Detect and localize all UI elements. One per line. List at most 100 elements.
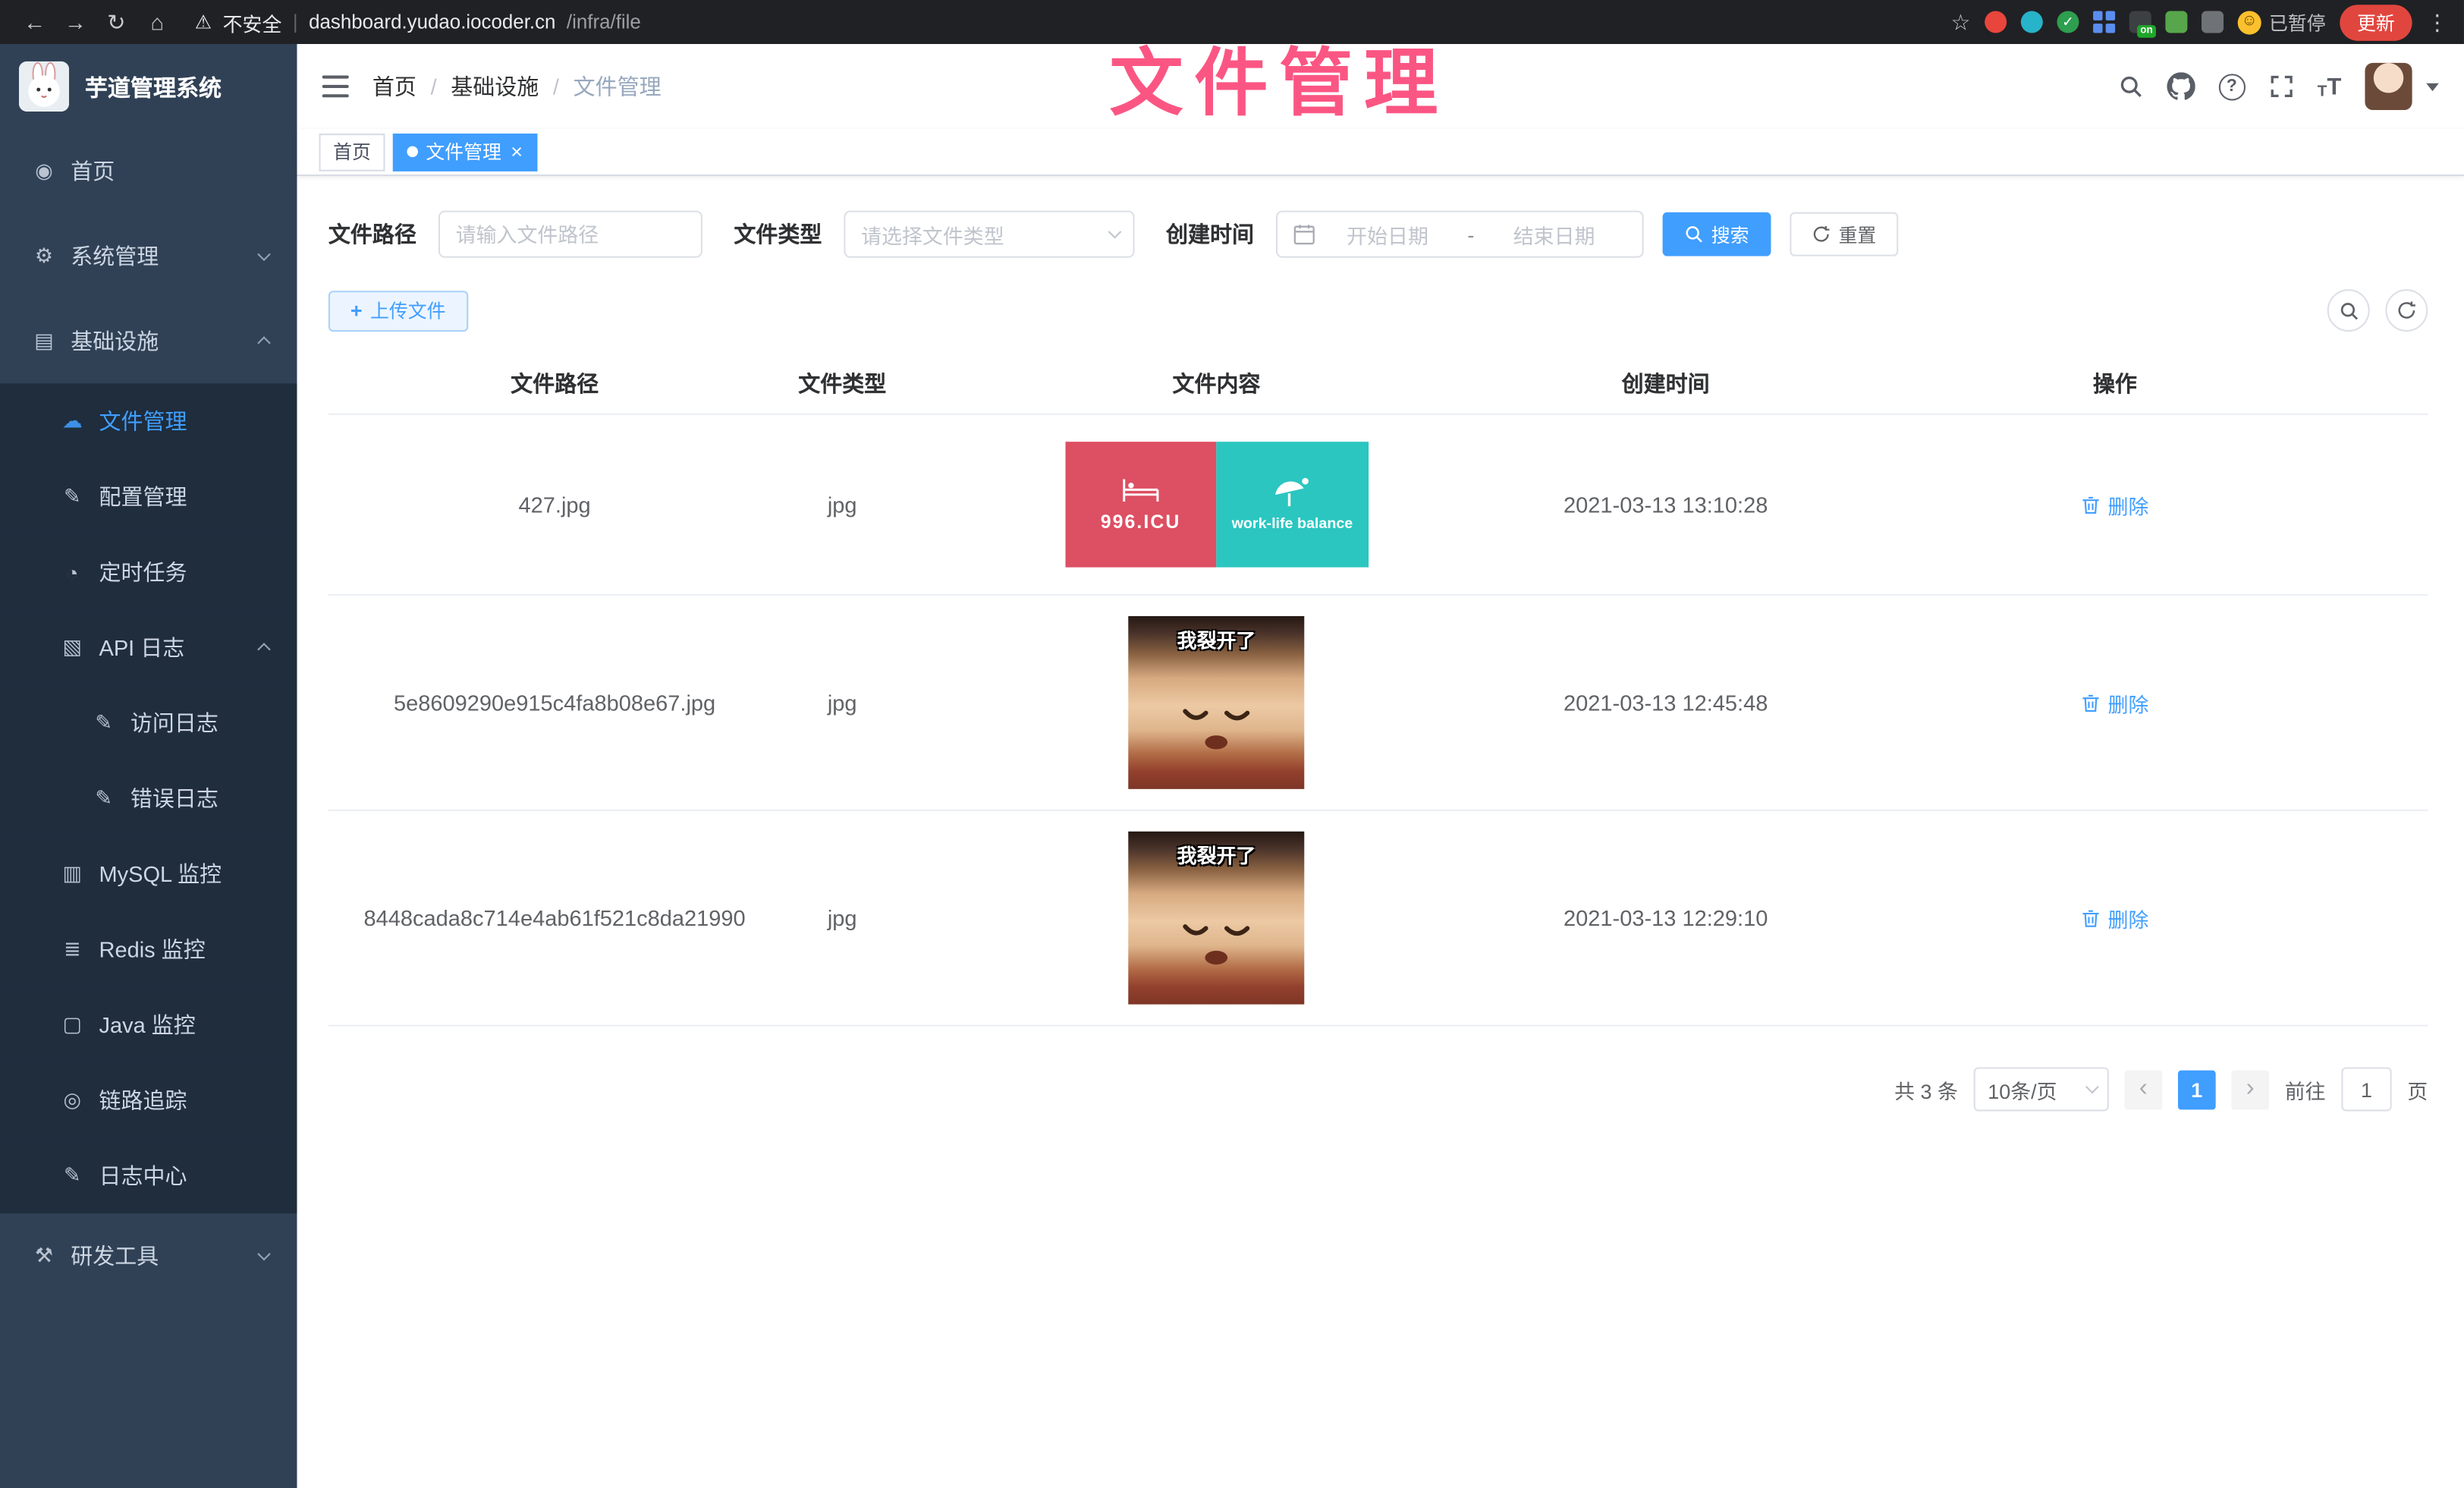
refresh-table-button[interactable]	[2385, 289, 2428, 332]
pagination: 共 3 条 10条/页 ‹ 1 › 前往 页	[328, 1067, 2428, 1111]
extension-icon[interactable]	[2165, 11, 2187, 33]
extension-icon[interactable]	[2093, 11, 2115, 33]
sidebar-item-redis-monitor[interactable]: ≣Redis 监控	[0, 911, 297, 986]
file-content-cell: 996.ICU work-life balance	[904, 415, 1529, 594]
extension-icon[interactable]: ✓	[2057, 11, 2079, 33]
trash-icon	[2081, 908, 2101, 928]
extensions-puzzle-icon[interactable]	[2202, 11, 2224, 33]
reload-icon[interactable]: ↻	[97, 3, 135, 41]
tab-item[interactable]: 首页	[319, 133, 385, 171]
bookmark-star-icon[interactable]: ☆	[1950, 8, 1970, 35]
browser-update-button[interactable]: 更新	[2340, 4, 2412, 40]
redis-icon: ≣	[60, 937, 85, 962]
pagination-total: 共 3 条	[1894, 1074, 1958, 1104]
extension-icon[interactable]	[2021, 11, 2043, 33]
created-time-cell: 2021-03-13 12:45:48	[1529, 690, 1802, 715]
paused-label: 已暂停	[2269, 8, 2326, 35]
app-logo[interactable]: 芋道管理系统	[0, 44, 297, 129]
user-avatar[interactable]	[2365, 63, 2412, 110]
tags-view-bar: 首页文件管理×	[297, 129, 2463, 176]
sidebar-item-api-log[interactable]: ▧API 日志	[0, 610, 297, 685]
chevron-down-icon	[1108, 225, 1122, 239]
sidebar-item-label: 首页	[71, 156, 115, 187]
end-date-placeholder: 结束日期	[1482, 219, 1626, 249]
extension-badge: on	[2137, 24, 2156, 38]
header-search-icon[interactable]	[2118, 74, 2143, 99]
crying-face	[1164, 685, 1268, 754]
sidebar-item-scheduled-job[interactable]: ◔定时任务	[0, 534, 297, 609]
address-bar[interactable]: ⚠ 不安全 | dashboard.yudao.iocoder.cn/infra…	[195, 7, 1932, 36]
file-type-select[interactable]: 请选择文件类型	[844, 211, 1134, 258]
fullscreen-icon[interactable]	[2269, 74, 2294, 99]
browser-menu-icon[interactable]: ⋮	[2426, 8, 2448, 35]
avatar-caret-icon[interactable]	[2426, 83, 2439, 90]
sidebar-item-file-manage[interactable]: ☁文件管理	[0, 383, 297, 458]
breadcrumb-item[interactable]: 基础设施	[451, 71, 539, 102]
page-size-select[interactable]: 10条/页	[1974, 1067, 2109, 1111]
upload-button[interactable]: + 上传文件	[328, 290, 468, 331]
delete-button[interactable]: 删除	[2081, 489, 2148, 519]
sidebar-item-java-monitor[interactable]: ▢Java 监控	[0, 987, 297, 1062]
crying-face	[1164, 901, 1268, 970]
sidebar-item-mysql-monitor[interactable]: ▥MySQL 监控	[0, 836, 297, 911]
file-image-crying-baby-meme[interactable]: 我裂开了	[1128, 832, 1304, 1005]
sidebar-item-label: 配置管理	[99, 481, 187, 512]
delete-button[interactable]: 删除	[2081, 903, 2148, 933]
upload-button-label: 上传文件	[370, 297, 445, 323]
delete-button[interactable]: 删除	[2081, 687, 2148, 717]
sidebar-item-dev-tools[interactable]: ⚒研发工具	[0, 1213, 297, 1298]
browser-home-icon[interactable]: ⌂	[138, 3, 176, 41]
file-image-996icu[interactable]: 996.ICU work-life balance	[1065, 442, 1369, 568]
page-number-button[interactable]: 1	[2178, 1070, 2216, 1109]
search-icon	[1685, 225, 1704, 244]
column-header: 文件路径	[328, 354, 781, 414]
chevron-down-icon	[2085, 1081, 2099, 1094]
browser-nav-buttons: ← → ↻ ⌂	[16, 3, 176, 41]
plus-icon: +	[350, 299, 363, 322]
file-path-input[interactable]	[438, 211, 702, 258]
sidebar-item-error-log[interactable]: ✎错误日志	[0, 761, 297, 836]
create-time-range-picker[interactable]: 开始日期 - 结束日期	[1276, 211, 1644, 258]
extension-icon[interactable]: on	[2129, 11, 2151, 33]
url-path: /infra/file	[567, 11, 641, 33]
sidebar-item-home[interactable]: ◉首页	[0, 129, 297, 214]
sidebar-item-label: 链路追踪	[99, 1084, 187, 1115]
extension-icon[interactable]	[1985, 11, 2007, 33]
page-unit-label: 页	[2407, 1074, 2428, 1104]
file-table: 文件路径文件类型文件内容创建时间操作 427.jpgjpg 996.ICU wo…	[328, 354, 2428, 1027]
next-page-button[interactable]: ›	[2231, 1070, 2269, 1109]
created-time-cell: 2021-03-13 13:10:28	[1529, 492, 1802, 517]
infrastructure-icon: ▤	[31, 329, 56, 354]
breadcrumb-item: 文件管理	[574, 71, 662, 102]
tab-close-icon[interactable]: ×	[511, 141, 523, 162]
font-size-icon[interactable]: TT	[2318, 73, 2342, 99]
sidebar-item-config-manage[interactable]: ✎配置管理	[0, 459, 297, 534]
help-icon[interactable]: ?	[2218, 73, 2245, 99]
github-icon[interactable]	[2167, 72, 2195, 100]
column-header: 文件内容	[904, 354, 1529, 414]
security-label: 不安全	[223, 7, 282, 36]
sidebar-item-label: 定时任务	[99, 556, 187, 587]
sidebar-item-access-log[interactable]: ✎访问日志	[0, 685, 297, 760]
sidebar-item-system[interactable]: ⚙系统管理	[0, 214, 297, 299]
prev-page-button[interactable]: ‹	[2124, 1070, 2162, 1109]
sidebar-item-link-trace[interactable]: ◎链路追踪	[0, 1062, 297, 1137]
java-icon: ▢	[60, 1012, 85, 1037]
breadcrumb-separator: /	[553, 74, 559, 99]
goto-page-input[interactable]	[2341, 1067, 2391, 1111]
tab-item[interactable]: 文件管理×	[393, 133, 537, 171]
back-icon[interactable]: ←	[16, 3, 54, 41]
column-header: 文件类型	[781, 354, 904, 414]
sidebar-item-infrastructure[interactable]: ▤基础设施	[0, 299, 297, 384]
forward-icon[interactable]: →	[57, 3, 95, 41]
goto-label: 前往	[2285, 1074, 2326, 1104]
toggle-search-button[interactable]	[2327, 289, 2370, 332]
search-button[interactable]: 搜索	[1663, 212, 1771, 256]
breadcrumb-separator: /	[431, 74, 437, 99]
reset-button[interactable]: 重置	[1790, 212, 1898, 256]
sidebar-toggle-icon[interactable]	[297, 75, 372, 97]
breadcrumb-item[interactable]: 首页	[372, 71, 416, 102]
chevron-left-icon: ‹	[2139, 1077, 2148, 1102]
file-image-crying-baby-meme[interactable]: 我裂开了	[1128, 616, 1304, 789]
sidebar-item-log-center[interactable]: ✎日志中心	[0, 1138, 297, 1213]
